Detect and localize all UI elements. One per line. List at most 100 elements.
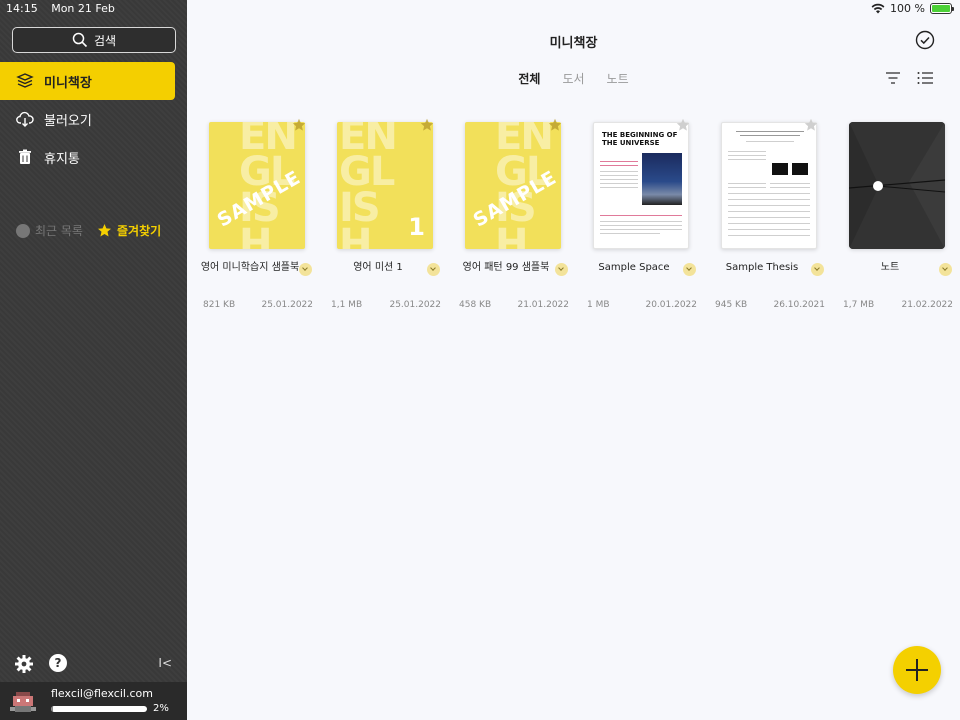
favorites-label: 즐겨찾기 [116, 224, 162, 238]
book-title: Sample Thesis [725, 262, 799, 273]
sidebar-item-minibookshelf[interactable]: 미니책장 [0, 62, 175, 100]
book-title: 영어 패턴 99 샘플북 [462, 262, 550, 273]
cover-decoration [728, 199, 810, 200]
book-date: 25.01.2022 [261, 300, 313, 310]
book-options-chevron-icon[interactable] [427, 263, 440, 276]
cover-decoration [728, 183, 766, 184]
star-icon [97, 224, 111, 237]
clock-icon [16, 223, 30, 238]
sidebar-item-label: 미니책장 [44, 75, 92, 91]
tab-all[interactable]: 전체 [518, 70, 540, 87]
cover-decoration: EN GL IS H [339, 122, 398, 249]
cover-text: THE BEGINNING OF THE UNIVERSE [602, 131, 678, 147]
cover-decoration [728, 205, 810, 206]
favorite-star-icon[interactable] [420, 118, 434, 132]
book-size: 458 KB [459, 300, 492, 310]
note-date: 21.02.2022 [901, 300, 953, 310]
avatar [10, 692, 36, 712]
cover-image [772, 163, 788, 175]
cover-decoration [600, 161, 638, 162]
status-date: Mon 21 Feb [51, 2, 115, 15]
cover-text: 1 [408, 213, 425, 241]
cover-decoration [728, 211, 810, 212]
note-cover[interactable] [849, 122, 945, 249]
search-icon [72, 32, 88, 48]
sidebar: 검색 미니책장 불러오기 휴지통 최근 목록 즐겨찾기 ? I< flexcil… [0, 0, 187, 720]
sidebar-item-import[interactable]: 불러오기 [0, 100, 175, 138]
cover-decoration [728, 229, 810, 230]
book-cover[interactable] [721, 122, 817, 249]
select-mode-icon[interactable] [915, 30, 935, 50]
cover-decoration [600, 233, 660, 234]
tab-notes[interactable]: 노트 [607, 70, 629, 87]
collapse-sidebar-icon[interactable]: I< [158, 656, 172, 670]
cover-decoration [736, 131, 804, 132]
recent-label: 최근 목록 [35, 224, 83, 238]
book-cover[interactable]: THE BEGINNING OF THE UNIVERSE [593, 122, 689, 249]
wifi-icon [871, 3, 885, 14]
cover-image [642, 153, 682, 205]
book-options-chevron-icon[interactable] [299, 263, 312, 276]
recent-favorites-row: 최근 목록 즐겨찾기 [16, 222, 161, 239]
favorite-star-icon[interactable] [292, 118, 306, 132]
book-cover[interactable]: EN GL IS H SAMPLE [465, 122, 561, 249]
book-title: 영어 미션 1 [353, 262, 403, 273]
cover-decoration [770, 183, 810, 184]
cover-decoration [728, 155, 766, 156]
cover-decoration [728, 159, 766, 160]
cover-decoration [600, 187, 638, 188]
cloud-download-icon [16, 111, 34, 127]
book-options-chevron-icon[interactable] [555, 263, 568, 276]
page-title: 미니책장 [549, 36, 598, 51]
book-size: 1 MB [587, 300, 610, 310]
sidebar-item-trash[interactable]: 휴지통 [0, 138, 175, 176]
battery-percent: 100 % [890, 2, 925, 15]
search-button[interactable]: 검색 [12, 27, 176, 53]
book-title: Sample Space [598, 262, 670, 273]
note-title: 노트 [880, 262, 900, 273]
book-cover[interactable]: EN GL IS H 1 [337, 122, 433, 249]
book-size: 945 KB [715, 300, 748, 310]
cover-decoration [728, 187, 766, 188]
sidebar-item-label: 불러오기 [44, 113, 92, 129]
gear-icon[interactable] [14, 654, 34, 674]
cover-decoration [600, 179, 638, 180]
cover-decoration [600, 221, 682, 222]
note-options-chevron-icon[interactable] [939, 263, 952, 276]
help-icon[interactable]: ? [49, 654, 67, 672]
favorite-star-icon[interactable] [804, 118, 818, 132]
book-size: 821 KB [203, 300, 236, 310]
books-icon [16, 73, 34, 88]
sort-icon[interactable] [884, 70, 902, 86]
favorites-button[interactable]: 즐겨찾기 [97, 222, 161, 239]
account-email: flexcil@flexcil.com [51, 687, 153, 700]
cover-decoration [746, 141, 794, 142]
add-button[interactable] [893, 646, 941, 694]
book-date: 21.01.2022 [517, 300, 569, 310]
status-bar: 14:15 Mon 21 Feb 100 % [0, 0, 960, 18]
cover-decoration [728, 193, 810, 194]
main-content: 미니책장 전체 도서 노트 EN GL IS H SAMPLE 영어 미니학습지 샘플… [187, 18, 960, 720]
cover-decoration [600, 225, 682, 226]
cover-decoration [728, 217, 810, 218]
cover-decoration [600, 165, 638, 166]
book-options-chevron-icon[interactable] [811, 263, 824, 276]
tab-books[interactable]: 도서 [562, 70, 584, 87]
book-title: 영어 미니학습지 샘플북 [200, 262, 300, 273]
storage-usage-bar [51, 706, 147, 712]
account-panel[interactable]: flexcil@flexcil.com 2% [0, 682, 187, 720]
book-cover[interactable]: EN GL IS H SAMPLE [209, 122, 305, 249]
list-view-icon[interactable] [916, 70, 934, 86]
favorite-star-icon[interactable] [548, 118, 562, 132]
book-options-chevron-icon[interactable] [683, 263, 696, 276]
book-date: 26.10.2021 [773, 300, 825, 310]
favorite-star-icon[interactable] [676, 118, 690, 132]
recent-list-button[interactable]: 최근 목록 [16, 222, 83, 239]
cover-image [792, 163, 808, 175]
book-date: 25.01.2022 [389, 300, 441, 310]
status-time: 14:15 [6, 2, 38, 15]
book-size: 1,1 MB [331, 300, 363, 310]
sidebar-item-label: 휴지통 [44, 151, 80, 167]
cover-decoration [600, 175, 638, 176]
storage-usage-fill [51, 706, 53, 712]
